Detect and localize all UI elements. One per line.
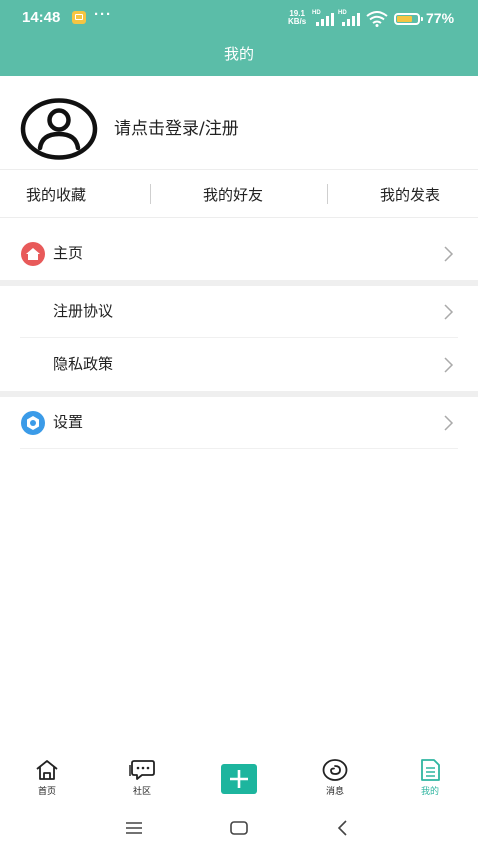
chat-bubble-icon bbox=[129, 760, 155, 780]
my-posts-link[interactable]: 我的发表 bbox=[380, 184, 440, 205]
battery-percent: 77% bbox=[426, 10, 455, 26]
my-friends-link[interactable]: 我的好友 bbox=[203, 184, 263, 205]
menu-item-label: 隐私政策 bbox=[53, 355, 114, 373]
gear-icon bbox=[21, 411, 45, 435]
home-icon bbox=[21, 242, 45, 266]
network-hd-label: HD bbox=[312, 10, 321, 16]
tab-home[interactable]: 首页 bbox=[17, 758, 77, 808]
notification-icon bbox=[72, 11, 86, 24]
tab-label: 社区 bbox=[132, 787, 151, 797]
back-icon[interactable] bbox=[334, 819, 350, 837]
menu-item-register-agreement[interactable]: 注册协议 bbox=[20, 286, 458, 338]
tab-community[interactable]: 社区 bbox=[112, 758, 172, 808]
signal-strength-icon: HD bbox=[312, 10, 338, 26]
chevron-right-icon bbox=[444, 304, 454, 320]
network-hd-label-2: HD bbox=[338, 10, 347, 16]
house-outline-icon bbox=[36, 760, 58, 780]
tab-messages[interactable]: 消息 bbox=[305, 758, 365, 808]
chevron-right-icon bbox=[444, 246, 454, 262]
avatar-icon[interactable] bbox=[20, 98, 98, 160]
menu-item-label: 主页 bbox=[53, 244, 84, 262]
tab-label: 首页 bbox=[37, 787, 56, 797]
divider bbox=[150, 184, 151, 204]
status-time: 14:48 bbox=[22, 9, 61, 26]
spiral-message-icon bbox=[322, 759, 348, 781]
chevron-right-icon bbox=[444, 357, 454, 373]
battery-icon bbox=[394, 13, 423, 25]
divider bbox=[327, 184, 328, 204]
more-notifications-indicator: ··· bbox=[94, 6, 112, 23]
battery-level bbox=[397, 16, 412, 22]
menu-icon[interactable] bbox=[124, 820, 144, 836]
menu-item-label: 注册协议 bbox=[53, 302, 114, 320]
home-square-icon[interactable] bbox=[229, 820, 249, 836]
document-icon bbox=[421, 759, 440, 781]
wifi-icon bbox=[366, 11, 388, 27]
page-title: 我的 bbox=[0, 36, 478, 76]
bottom-tab-bar: 首页 社区 消息 我的 bbox=[0, 750, 478, 810]
menu-item-privacy-policy[interactable]: 隐私政策 bbox=[20, 339, 458, 391]
chevron-right-icon bbox=[444, 415, 454, 431]
profile-section[interactable]: 请点击登录/注册 bbox=[0, 76, 478, 170]
menu-item-label: 设置 bbox=[53, 413, 84, 431]
quick-links: 我的收藏 我的好友 我的发表 bbox=[0, 170, 478, 218]
my-favorites-link[interactable]: 我的收藏 bbox=[26, 184, 86, 205]
status-bar: 14:48 ··· 19.1 KB/s HD HD 77% bbox=[0, 0, 478, 36]
network-speed: 19.1 KB/s bbox=[288, 10, 306, 26]
system-navigation-bar bbox=[0, 810, 478, 850]
menu-item-settings[interactable]: 设置 bbox=[20, 397, 458, 449]
tab-mine[interactable]: 我的 bbox=[400, 758, 460, 808]
login-register-link[interactable]: 请点击登录/注册 bbox=[114, 114, 239, 139]
signal-strength-icon-2: HD bbox=[338, 10, 364, 26]
post-button[interactable] bbox=[221, 764, 257, 794]
plus-icon bbox=[230, 770, 248, 788]
tab-label: 消息 bbox=[325, 787, 344, 797]
network-speed-unit: KB/s bbox=[288, 17, 307, 26]
tab-label: 我的 bbox=[420, 787, 439, 797]
menu-item-home[interactable]: 主页 bbox=[20, 228, 458, 280]
